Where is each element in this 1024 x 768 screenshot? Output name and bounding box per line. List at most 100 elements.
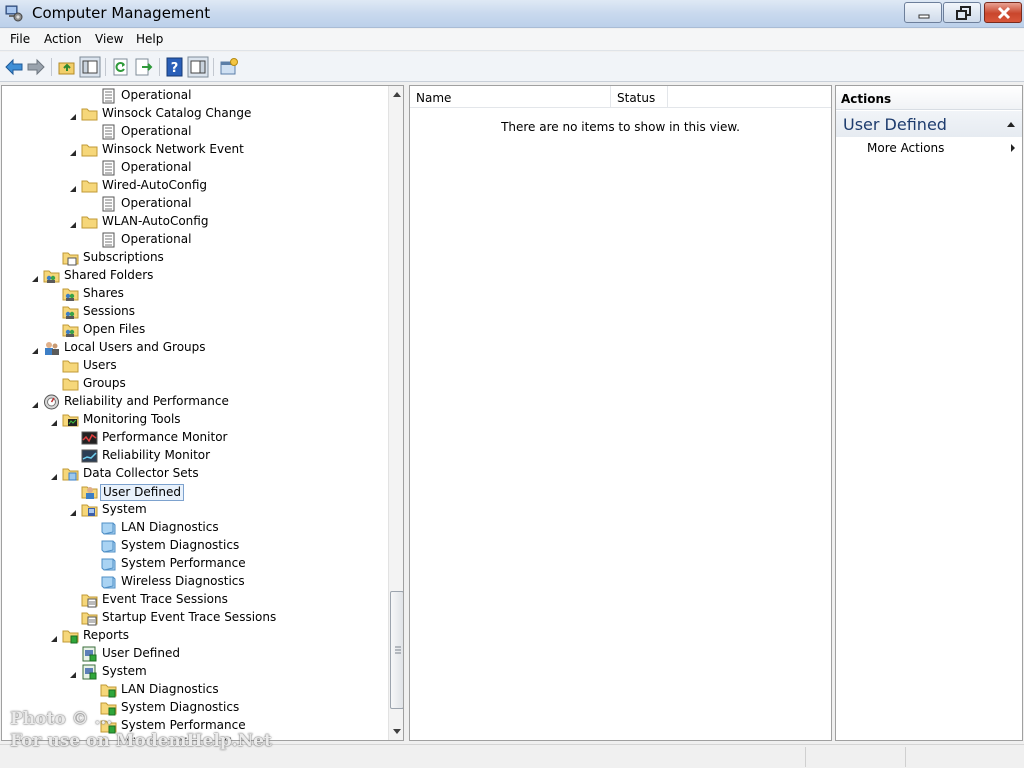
up-one-level-button[interactable] (56, 56, 78, 78)
new-window-button[interactable] (218, 56, 240, 78)
toolbar-separator (159, 58, 160, 76)
collector-set-icon (100, 556, 117, 572)
scroll-down-button[interactable] (389, 723, 403, 740)
scroll-up-button[interactable] (389, 86, 403, 103)
tree-expanded-arrow-icon[interactable] (69, 668, 77, 678)
tree-node-open-files[interactable]: Open Files (2, 321, 386, 339)
tree-node-operational[interactable]: Operational (2, 195, 386, 213)
close-icon (997, 6, 1011, 20)
more-actions-item[interactable]: More Actions (836, 138, 1022, 158)
tree-node-startup-event-trace-sessions[interactable]: Startup Event Trace Sessions (2, 609, 386, 627)
tree-node-system[interactable]: System (2, 501, 386, 519)
menu-view[interactable]: View (95, 32, 123, 46)
tree-expanded-arrow-icon[interactable] (50, 416, 58, 426)
collapse-section-icon[interactable] (1006, 120, 1016, 128)
log-icon (100, 124, 117, 140)
collector-set-icon (100, 520, 117, 536)
tree-node-user-defined[interactable]: User Defined (2, 483, 386, 501)
show-hide-action-pane-button[interactable] (187, 56, 209, 78)
tree-node-wireless-diagnostics[interactable]: Wireless Diagnostics (2, 735, 386, 740)
minimize-button[interactable] (904, 2, 942, 23)
tree-node-performance-monitor[interactable]: Performance Monitor (2, 429, 386, 447)
tree-node-system[interactable]: System (2, 663, 386, 681)
tree-node-winsock-network-event[interactable]: Winsock Network Event (2, 141, 386, 159)
tree-node-operational[interactable]: Operational (2, 231, 386, 249)
tree-node-sessions[interactable]: Sessions (2, 303, 386, 321)
tree-expanded-arrow-icon[interactable] (50, 470, 58, 480)
tree-node-label: Operational (121, 88, 192, 102)
tree-node-users[interactable]: Users (2, 357, 386, 375)
tree-node-lan-diagnostics[interactable]: LAN Diagnostics (2, 681, 386, 699)
shared-folder-icon (62, 286, 79, 302)
back-button[interactable] (3, 56, 25, 78)
tree-node-label: Wireless Diagnostics (121, 574, 245, 588)
tree-node-data-collector-sets[interactable]: Data Collector Sets (2, 465, 386, 483)
menu-action[interactable]: Action (44, 32, 82, 46)
up-folder-icon (58, 62, 75, 75)
tree-node-reports[interactable]: Reports (2, 627, 386, 645)
tree-node-reliability-and-performance[interactable]: Reliability and Performance (2, 393, 386, 411)
refresh-button[interactable] (110, 56, 132, 78)
trace-folder-icon (81, 610, 98, 626)
tree-expanded-arrow-icon[interactable] (31, 398, 39, 408)
tree-node-reliability-monitor[interactable]: Reliability Monitor (2, 447, 386, 465)
collector-set-icon (100, 538, 117, 554)
tree-node-shares[interactable]: Shares (2, 285, 386, 303)
tree-vertical-scrollbar[interactable] (388, 86, 403, 740)
tree-expanded-arrow-icon[interactable] (31, 272, 39, 282)
tree-expanded-arrow-icon[interactable] (69, 506, 77, 516)
tree-node-groups[interactable]: Groups (2, 375, 386, 393)
tree-node-label: Startup Event Trace Sessions (102, 610, 277, 624)
tree-node-system-diagnostics[interactable]: System Diagnostics (2, 537, 386, 555)
report-icon (81, 664, 98, 680)
tree-node-label: LAN Diagnostics (121, 682, 219, 696)
forward-button[interactable] (25, 56, 47, 78)
tree-expanded-arrow-icon[interactable] (69, 146, 77, 156)
tree-node-wireless-diagnostics[interactable]: Wireless Diagnostics (2, 573, 386, 591)
restore-button[interactable] (943, 2, 981, 23)
tree-node-winsock-catalog-change[interactable]: Winsock Catalog Change (2, 105, 386, 123)
reports-folder-icon (62, 628, 79, 644)
folder-icon (81, 178, 98, 194)
tree-node-label: Operational (121, 160, 192, 174)
tree-node-system-performance[interactable]: System Performance (2, 555, 386, 573)
log-icon (100, 160, 117, 176)
export-list-button[interactable] (133, 56, 155, 78)
tree-node-system-diagnostics[interactable]: System Diagnostics (2, 699, 386, 717)
tree-node-subscriptions[interactable]: Subscriptions (2, 249, 386, 267)
scroll-thumb[interactable] (390, 591, 403, 709)
console-tree[interactable]: Operational Winsock Catalog Change Operati… (1, 85, 404, 741)
tree-expanded-arrow-icon[interactable] (69, 218, 77, 228)
tree-node-operational[interactable]: Operational (2, 87, 386, 105)
toolbar: ? (0, 52, 1024, 82)
menu-help[interactable]: Help (136, 32, 163, 46)
tree-node-system-performance[interactable]: System Performance (2, 717, 386, 735)
tree-expanded-arrow-icon[interactable] (69, 182, 77, 192)
tree-node-label: Open Files (83, 322, 146, 336)
column-header-status[interactable]: Status (611, 86, 668, 108)
tree-node-operational[interactable]: Operational (2, 123, 386, 141)
new-window-icon (220, 58, 238, 75)
tree-node-wired-autoconfig[interactable]: Wired-AutoConfig (2, 177, 386, 195)
tree-node-operational[interactable]: Operational (2, 159, 386, 177)
results-list[interactable]: Name Status There are no items to show i… (409, 85, 832, 741)
tree-node-event-trace-sessions[interactable]: Event Trace Sessions (2, 591, 386, 609)
actions-section-header[interactable]: User Defined (836, 111, 1022, 137)
title-bar[interactable]: Computer Management (0, 0, 1024, 28)
tree-node-label: System (102, 502, 147, 516)
tree-node-local-users-and-groups[interactable]: Local Users and Groups (2, 339, 386, 357)
tree-expanded-arrow-icon[interactable] (31, 344, 39, 354)
tree-node-monitoring-tools[interactable]: Monitoring Tools (2, 411, 386, 429)
help-button[interactable]: ? (164, 56, 186, 78)
show-hide-console-tree-button[interactable] (79, 56, 101, 78)
tree-node-label: Shares (83, 286, 124, 300)
tree-node-shared-folders[interactable]: Shared Folders (2, 267, 386, 285)
tree-node-wlan-autoconfig[interactable]: WLAN-AutoConfig (2, 213, 386, 231)
column-header-name[interactable]: Name (410, 86, 611, 108)
tree-node-lan-diagnostics[interactable]: LAN Diagnostics (2, 519, 386, 537)
close-button[interactable] (984, 2, 1022, 23)
tree-node-user-defined[interactable]: User Defined (2, 645, 386, 663)
tree-expanded-arrow-icon[interactable] (50, 632, 58, 642)
tree-expanded-arrow-icon[interactable] (69, 110, 77, 120)
menu-file[interactable]: File (10, 32, 30, 46)
